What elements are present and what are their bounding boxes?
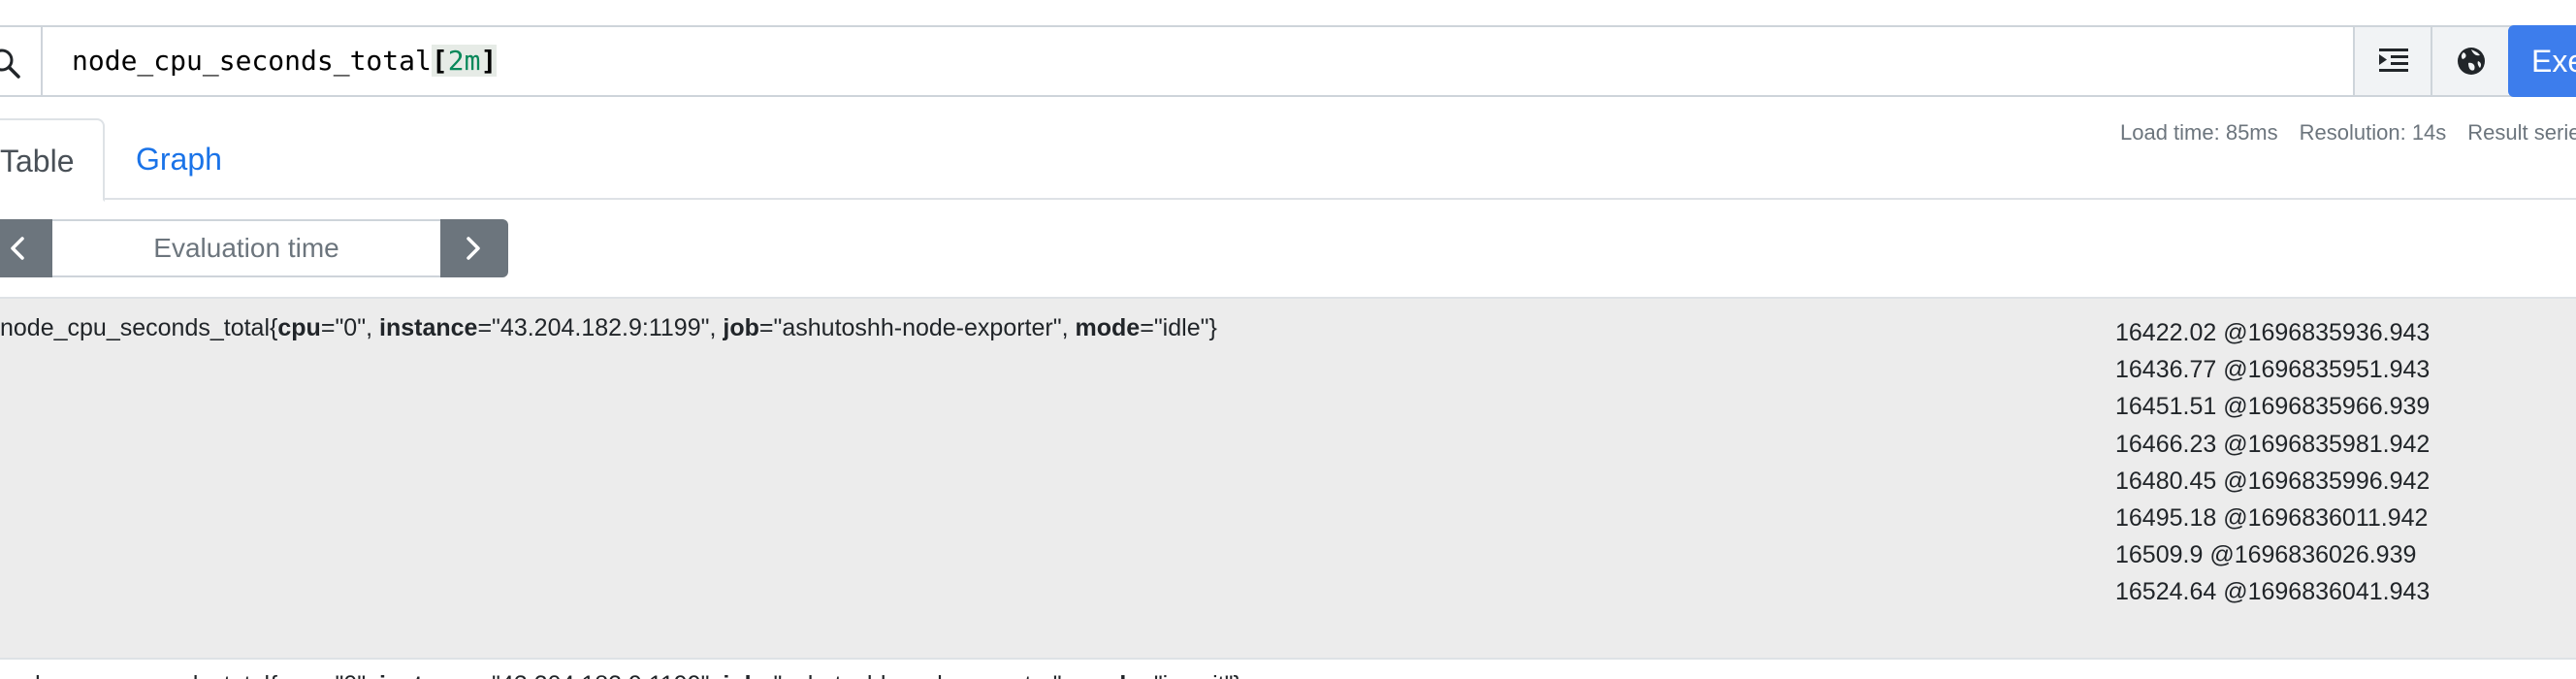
label-value: "43.204.182.9:1199" bbox=[492, 671, 709, 679]
label-value: "ashutoshh-node-exporter" bbox=[773, 314, 1062, 341]
query-stats: Load time: 85ms Resolution: 14s Result ser… bbox=[2120, 120, 2576, 146]
table-row: node_cpu_seconds_total{cpu="0", instance… bbox=[0, 299, 2576, 658]
sample-value: 16524.64 @1696836041.943 bbox=[2115, 578, 2431, 606]
label-value: "idle" bbox=[1153, 314, 1209, 341]
series-values: 16422.02 @1696835936.943 16436.77 @16968… bbox=[2115, 314, 2430, 611]
tab-graph[interactable]: Graph bbox=[136, 118, 222, 200]
sample-value: 16436.77 @1696835951.943 bbox=[2115, 356, 2431, 384]
label-value: "0" bbox=[335, 314, 367, 341]
load-time-stat: Load time: 85ms bbox=[2120, 120, 2278, 145]
label-key: cpu bbox=[277, 671, 320, 679]
query-close-bracket: ] bbox=[480, 45, 498, 77]
label-key: instance bbox=[379, 671, 477, 679]
query-bar: node_cpu_seconds_total[2m] Execute bbox=[0, 25, 2576, 97]
table-row: node_cpu_seconds_total{cpu="0", instance… bbox=[0, 658, 2576, 679]
sample-value: 16451.51 @1696835966.939 bbox=[2115, 393, 2431, 421]
query-input[interactable]: node_cpu_seconds_total[2m] bbox=[43, 27, 2353, 95]
result-series-stat: Result series: 8 bbox=[2467, 120, 2576, 145]
label-key: instance bbox=[379, 314, 478, 341]
query-range-duration: 2m bbox=[447, 45, 481, 77]
chevron-left-icon bbox=[11, 237, 24, 260]
eval-time-next-button[interactable] bbox=[440, 219, 508, 277]
execute-button[interactable]: Execute bbox=[2508, 25, 2576, 97]
label-value: "43.204.182.9:1199" bbox=[492, 314, 710, 341]
sample-value: 16509.9 @1696836026.939 bbox=[2115, 541, 2417, 569]
query-metric-name: node_cpu_seconds_total bbox=[72, 45, 432, 77]
resolution-stat: Resolution: 14s bbox=[2299, 120, 2447, 145]
sample-value: 9.93 @1696835936.943 bbox=[2115, 671, 2376, 679]
format-query-button[interactable] bbox=[2353, 27, 2431, 95]
sample-value: 16495.18 @1696836011.942 bbox=[2115, 504, 2429, 533]
evaluation-time-input[interactable]: Evaluation time bbox=[52, 219, 440, 277]
label-value: "ashutoshh-node-exporter" bbox=[774, 671, 1062, 679]
query-open-bracket: [ bbox=[431, 45, 448, 77]
series-close-brace: } bbox=[1233, 671, 1240, 679]
sample-value: 16422.02 @1696835936.943 bbox=[2115, 319, 2431, 346]
label-key: cpu bbox=[277, 314, 321, 341]
series-label: node_cpu_seconds_total{cpu="0", instance… bbox=[0, 671, 1241, 679]
chevron-right-icon bbox=[467, 237, 480, 260]
series-metric-name: node_cpu_seconds_total bbox=[0, 314, 271, 341]
eval-time-prev-button[interactable] bbox=[0, 219, 52, 277]
metrics-explorer-button[interactable] bbox=[2431, 27, 2508, 95]
series-metric-name: node_cpu_seconds_total bbox=[0, 671, 270, 679]
sample-value: 16480.45 @1696835996.942 bbox=[2115, 467, 2431, 495]
series-label: node_cpu_seconds_total{cpu="0", instance… bbox=[0, 314, 1217, 341]
label-key: job bbox=[723, 314, 759, 341]
format-indent-icon bbox=[2379, 48, 2408, 72]
label-key: job bbox=[723, 671, 759, 679]
series-values: 9.93 @1696835936.943 bbox=[2115, 671, 2376, 679]
sample-value: 16466.23 @1696835981.942 bbox=[2115, 430, 2431, 458]
search-icon bbox=[0, 27, 43, 95]
tab-table[interactable]: Table bbox=[0, 118, 105, 202]
globe-icon bbox=[2458, 48, 2485, 75]
label-value: "iowait" bbox=[1154, 671, 1234, 679]
label-key: mode bbox=[1075, 314, 1141, 341]
prometheus-query-page: node_cpu_seconds_total[2m] Execute Table bbox=[0, 0, 2576, 679]
label-key: mode bbox=[1076, 671, 1141, 679]
label-value: "0" bbox=[335, 671, 366, 679]
series-close-brace: } bbox=[1208, 314, 1217, 341]
